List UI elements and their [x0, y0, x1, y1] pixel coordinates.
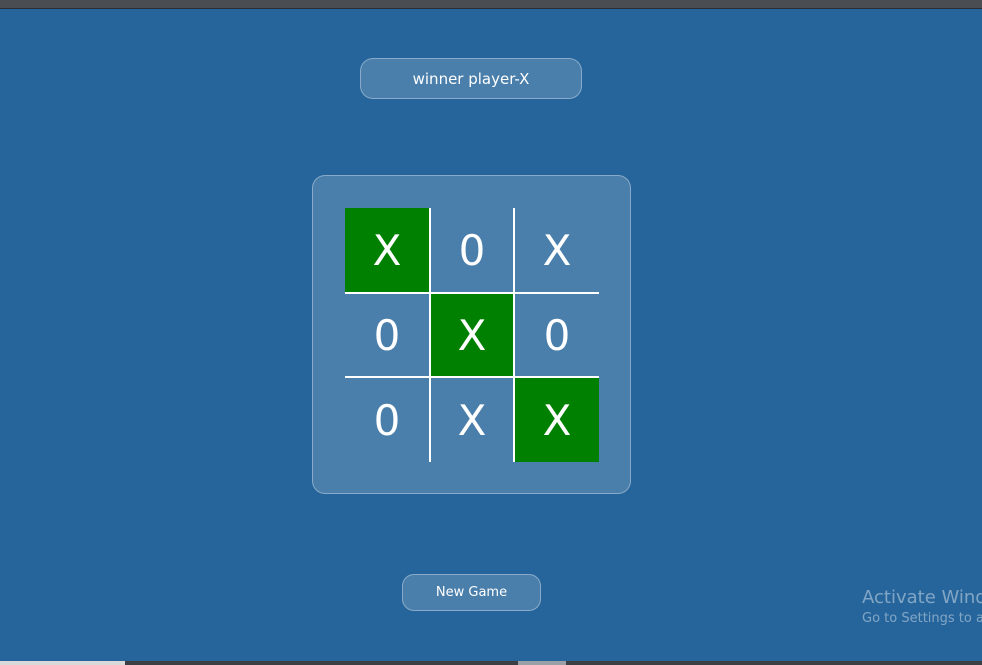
board-cell-9[interactable]: X [513, 376, 599, 462]
watermark-subtitle: Go to Settings to activate Windows. [862, 611, 982, 626]
game-board: X 0 X 0 X 0 0 X X [345, 208, 599, 462]
board-cell-7[interactable]: 0 [345, 376, 429, 462]
status-message: winner player-X [360, 58, 582, 99]
taskbar-segment [0, 661, 125, 665]
board-cell-2[interactable]: 0 [429, 208, 513, 292]
watermark-title: Activate Windows [862, 587, 982, 608]
window-top-bar [0, 0, 982, 9]
activation-watermark: Activate Windows Go to Settings to activ… [862, 586, 982, 628]
board-cell-1[interactable]: X [345, 208, 429, 292]
board-cell-5[interactable]: X [429, 292, 513, 376]
window-bottom-bar [0, 661, 982, 665]
board-cell-3[interactable]: X [513, 208, 599, 292]
board-cell-8[interactable]: X [429, 376, 513, 462]
game-board-container: X 0 X 0 X 0 0 X X [312, 175, 631, 494]
new-game-button[interactable]: New Game [402, 574, 541, 611]
board-cell-6[interactable]: 0 [513, 292, 599, 376]
taskbar-segment [518, 661, 566, 665]
board-cell-4[interactable]: 0 [345, 292, 429, 376]
